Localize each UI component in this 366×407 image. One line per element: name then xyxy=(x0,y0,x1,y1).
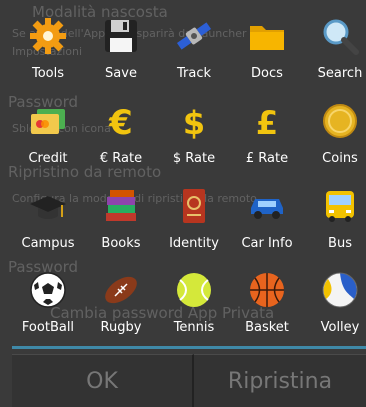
passport-icon xyxy=(174,186,214,226)
dollar-icon: $ xyxy=(174,101,214,141)
icon-option-label: Volley xyxy=(320,320,360,335)
dialog-button-bar: OK Ripristina xyxy=(12,354,366,407)
icon-option-football[interactable]: FootBall xyxy=(12,264,84,342)
tools-gear-icon xyxy=(28,16,68,56)
floppy-disk-icon xyxy=(101,16,141,56)
credit-card-icon xyxy=(28,101,68,141)
tennis-ball-icon xyxy=(174,270,214,310)
soccer-ball-icon xyxy=(28,270,68,310)
icon-option-identity[interactable]: Identity xyxy=(158,180,230,258)
satellite-icon xyxy=(174,16,214,56)
icon-option-save[interactable]: Save xyxy=(85,10,157,88)
icon-option-credit[interactable]: Credit xyxy=(12,95,84,173)
rugby-ball-icon xyxy=(101,270,141,310)
books-icon xyxy=(101,186,141,226)
icon-option-label: £ Rate xyxy=(245,151,289,166)
volleyball-icon xyxy=(320,270,360,310)
dialog-divider xyxy=(12,346,366,349)
icon-option-coins[interactable]: Coins xyxy=(304,95,366,173)
ok-button[interactable]: OK xyxy=(12,354,194,407)
icon-option-tennis[interactable]: Tennis xyxy=(158,264,230,342)
magnifier-icon xyxy=(320,16,360,56)
svg-text:€: € xyxy=(108,103,133,141)
icon-option-car-info[interactable]: Car Info xyxy=(231,180,303,258)
graduation-cap-icon xyxy=(28,186,68,226)
icon-option-label: Save xyxy=(105,66,137,81)
folder-icon xyxy=(247,16,287,56)
icon-option-bus[interactable]: Bus xyxy=(304,180,366,258)
icon-option-label: Books xyxy=(101,236,141,251)
icon-option-label: Coins xyxy=(322,151,358,166)
euro-icon: € xyxy=(101,101,141,141)
icon-option-euro-rate[interactable]: € € Rate xyxy=(85,95,157,173)
icon-option-pound-rate[interactable]: £ £ Rate xyxy=(231,95,303,173)
icon-option-docs[interactable]: Docs xyxy=(231,10,303,88)
svg-text:$: $ xyxy=(183,104,205,141)
svg-text:£: £ xyxy=(256,104,278,141)
icon-option-tools[interactable]: Tools xyxy=(12,10,84,88)
icon-option-dollar-rate[interactable]: $ $ Rate xyxy=(158,95,230,173)
icon-option-label: Tennis xyxy=(173,320,215,335)
icon-option-label: FootBall xyxy=(21,320,75,335)
icon-option-label: $ Rate xyxy=(172,151,216,166)
icon-option-label: Car Info xyxy=(241,236,293,251)
icon-option-campus[interactable]: Campus xyxy=(12,180,84,258)
icon-option-label: Credit xyxy=(28,151,68,166)
icon-option-label: Search xyxy=(317,66,363,81)
icon-option-label: € Rate xyxy=(99,151,143,166)
icon-option-label: Tools xyxy=(31,66,65,81)
icon-option-label: Campus xyxy=(21,236,75,251)
icon-option-label: Track xyxy=(176,66,212,81)
icon-option-basket[interactable]: Basket xyxy=(231,264,303,342)
icon-option-label: Bus xyxy=(328,236,352,251)
icon-option-label: Basket xyxy=(245,320,289,335)
bus-icon xyxy=(320,186,360,226)
pound-icon: £ xyxy=(247,101,287,141)
restore-button[interactable]: Ripristina xyxy=(194,354,366,407)
icon-option-volley[interactable]: Volley xyxy=(304,264,366,342)
icon-option-label: Identity xyxy=(169,236,219,251)
coin-icon xyxy=(320,101,360,141)
basketball-icon xyxy=(247,270,287,310)
icon-option-books[interactable]: Books xyxy=(85,180,157,258)
icon-option-search[interactable]: Search xyxy=(304,10,366,88)
icon-grid: Tools Save Track Docs Search Credit € € … xyxy=(12,10,366,342)
icon-option-label: Docs xyxy=(251,66,283,81)
car-icon xyxy=(247,186,287,226)
icon-option-rugby[interactable]: Rugby xyxy=(85,264,157,342)
icon-option-label: Rugby xyxy=(100,320,142,335)
icon-option-track[interactable]: Track xyxy=(158,10,230,88)
